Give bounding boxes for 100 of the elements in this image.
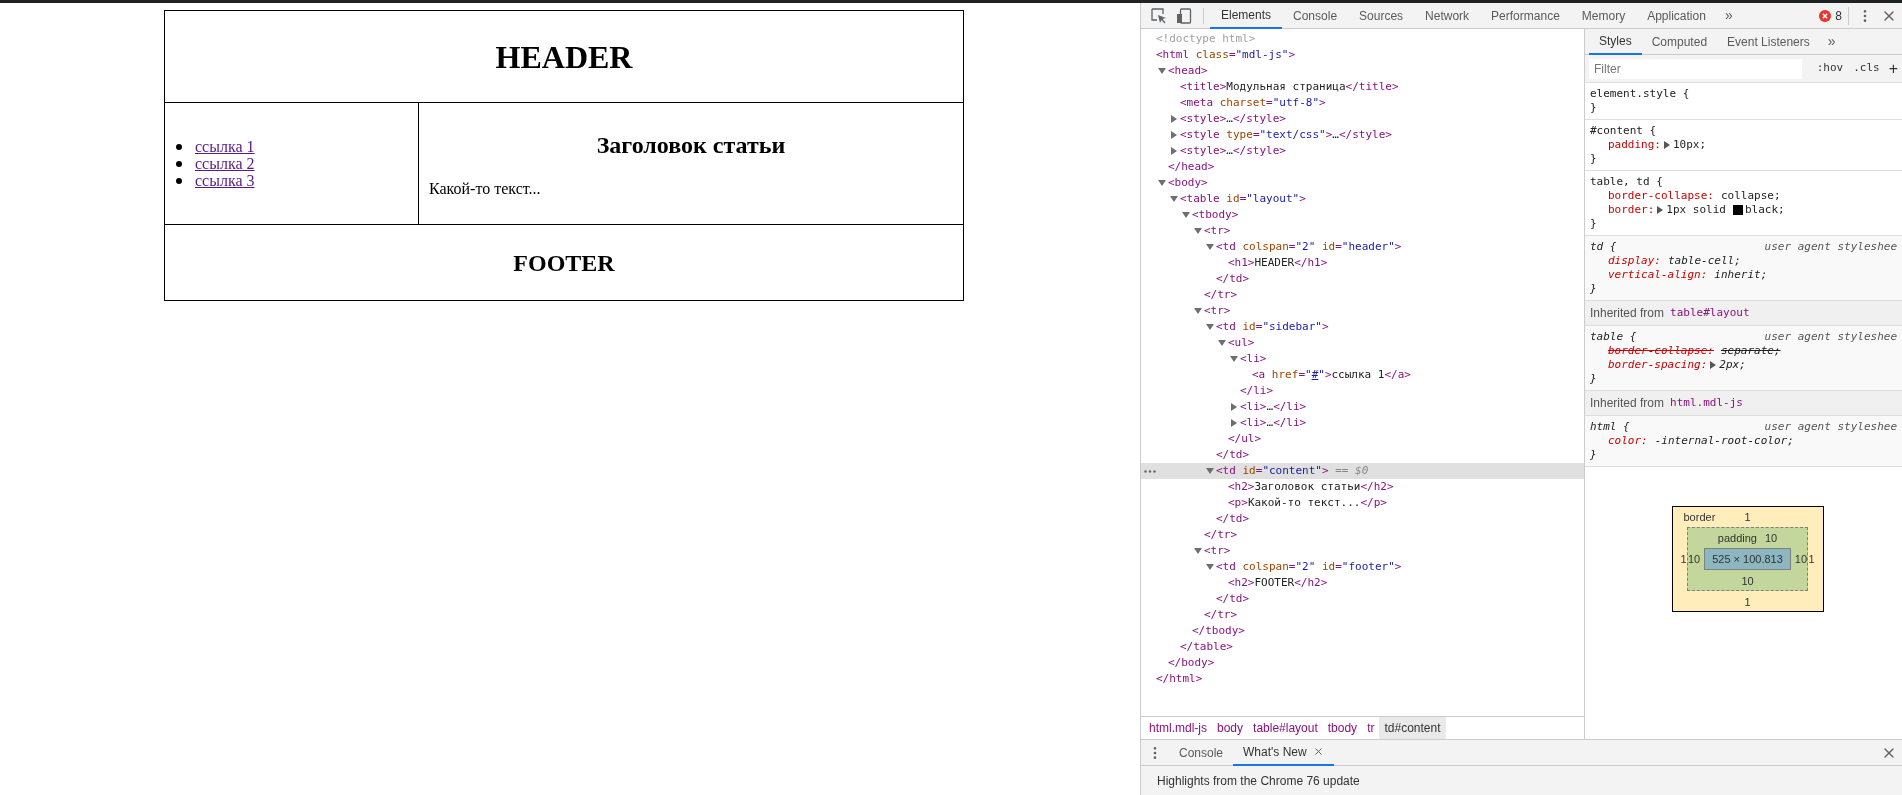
property-name[interactable]: padding: <box>1608 138 1661 152</box>
property-name[interactable]: color: <box>1608 434 1648 448</box>
dom-tree-row[interactable]: <head> <box>1141 63 1584 79</box>
breadcrumb[interactable]: tbody <box>1322 717 1363 739</box>
expanded-arrow-icon[interactable] <box>1170 195 1178 203</box>
expanded-arrow-icon[interactable] <box>1206 243 1214 251</box>
dom-tree-row[interactable]: <td id="sidebar"> <box>1141 319 1584 335</box>
property-name[interactable]: border-collapse: <box>1608 344 1714 358</box>
expanded-arrow-icon[interactable] <box>1182 211 1190 219</box>
dom-tree-row[interactable]: <a href="#">ссылка 1</a> <box>1141 367 1584 383</box>
property-value[interactable]: -internal-root-color; <box>1654 434 1794 448</box>
dom-tree-row[interactable]: <html class="mdl-js"> <box>1141 47 1584 63</box>
property-value[interactable]: 10px; <box>1673 138 1707 152</box>
sidebar-link[interactable]: ссылка 2 <box>195 155 255 172</box>
breadcrumb[interactable]: html.mdl-js <box>1144 717 1212 739</box>
collapsed-arrow-icon[interactable] <box>1230 419 1238 427</box>
panel-tab[interactable]: Performance <box>1480 2 1571 29</box>
dom-tree-row[interactable]: <table id="layout"> <box>1141 191 1584 207</box>
property-value[interactable]: 2px; <box>1719 358 1746 372</box>
sidebar-tab[interactable]: Event Listeners <box>1717 28 1820 55</box>
device-icon[interactable] <box>1176 7 1192 24</box>
dom-tree-row[interactable]: <title>Модульная страница</title> <box>1141 79 1584 95</box>
dom-tree-row[interactable]: <style>…</style> <box>1141 143 1584 159</box>
class-button[interactable]: .cls <box>1850 60 1883 77</box>
close-icon[interactable] <box>1312 746 1324 757</box>
dom-tree-row[interactable]: <ul> <box>1141 335 1584 351</box>
property-value[interactable]: separate; <box>1720 344 1781 358</box>
dom-tree-row[interactable]: <li>…</li> <box>1141 399 1584 415</box>
expand-arrow-icon[interactable] <box>1710 361 1717 369</box>
expanded-arrow-icon[interactable] <box>1158 67 1166 75</box>
expanded-arrow-icon[interactable] <box>1194 227 1202 235</box>
dom-tree-row[interactable]: <h2>Заголовок статьи</h2> <box>1141 479 1584 495</box>
expanded-arrow-icon[interactable] <box>1206 563 1214 571</box>
property-name[interactable]: border-spacing: <box>1608 358 1708 372</box>
rule-selector: table { <box>1590 330 1637 344</box>
sidebar-tab[interactable]: Computed <box>1641 28 1718 55</box>
expand-arrow-icon[interactable] <box>1657 206 1664 214</box>
property-value[interactable]: inherit; <box>1714 268 1768 282</box>
color-swatch[interactable] <box>1732 205 1743 215</box>
inspect-icon[interactable] <box>1151 7 1167 24</box>
property-name[interactable]: display: <box>1608 254 1661 268</box>
collapsed-arrow-icon[interactable] <box>1170 115 1178 123</box>
more-tabs-button[interactable]: » <box>1819 31 1844 52</box>
sidebar-link[interactable]: ссылка 3 <box>195 172 255 189</box>
dom-tree-row[interactable]: <h1>HEADER</h1> <box>1141 255 1584 271</box>
expanded-arrow-icon[interactable] <box>1194 547 1202 555</box>
expanded-arrow-icon[interactable] <box>1194 307 1202 315</box>
dom-tree-row[interactable]: <li> <box>1141 351 1584 367</box>
dom-tree-row[interactable]: <style>…</style> <box>1141 111 1584 127</box>
inherited-source[interactable]: table#layout <box>1670 304 1750 322</box>
collapsed-arrow-icon[interactable] <box>1230 403 1238 411</box>
sidebar-link[interactable]: ссылка 1 <box>195 138 255 155</box>
more-icon[interactable] <box>1144 470 1156 473</box>
new-rule-button[interactable]: + <box>1886 60 1900 77</box>
link[interactable]: # <box>1311 367 1319 381</box>
dom-tree-row[interactable]: <h2>FOOTER</h2> <box>1141 575 1584 591</box>
inherited-source[interactable]: html.mdl-js <box>1670 394 1743 412</box>
dom-tree-row[interactable]: <tbody> <box>1141 207 1584 223</box>
property-name[interactable]: border: <box>1608 203 1655 217</box>
dom-tree-row[interactable]: <meta charset="utf-8"> <box>1141 95 1584 111</box>
dom-tree-row[interactable]: <p>Какой-то текст...</p> <box>1141 495 1584 511</box>
expanded-arrow-icon[interactable] <box>1206 467 1214 475</box>
panel-tab[interactable]: Sources <box>1348 2 1415 29</box>
breadcrumb[interactable]: table#layout <box>1248 717 1323 739</box>
property-name[interactable]: vertical-align: <box>1608 268 1708 282</box>
panel-tab[interactable]: Application <box>1636 2 1717 29</box>
expand-arrow-icon[interactable] <box>1664 141 1670 149</box>
dom-node-text: <li>…</li> <box>1240 414 1307 431</box>
dom-tree-row[interactable]: <td id="content"> == $0 <box>1141 463 1584 479</box>
panel-tab[interactable]: Memory <box>1570 2 1637 29</box>
expanded-arrow-icon[interactable] <box>1218 339 1226 347</box>
dom-tree-row[interactable]: <td colspan="2" id="footer"> <box>1141 559 1584 575</box>
property-value[interactable]: 1px solid <box>1666 203 1726 217</box>
property-value[interactable]: table-cell; <box>1668 254 1741 268</box>
dom-tree-row[interactable]: <tr> <box>1141 543 1584 559</box>
expanded-arrow-icon[interactable] <box>1206 323 1214 331</box>
panel-tab[interactable]: Console <box>1282 2 1349 29</box>
collapsed-arrow-icon[interactable] <box>1170 147 1178 155</box>
collapsed-arrow-icon[interactable] <box>1170 131 1178 139</box>
filter-field[interactable]: Filter <box>1589 58 1802 79</box>
dom-tree-row[interactable]: <td colspan="2" id="header"> <box>1141 239 1584 255</box>
hover-state-button[interactable]: :hov <box>1813 60 1847 77</box>
breadcrumb[interactable]: td#content <box>1379 717 1446 739</box>
dom-tree-row[interactable]: <body> <box>1141 175 1584 191</box>
more-tabs-button[interactable]: » <box>1716 5 1741 26</box>
expanded-arrow-icon[interactable] <box>1158 179 1166 187</box>
property-value[interactable]: black; <box>1744 203 1785 217</box>
dom-tree-row[interactable]: <li>…</li> <box>1141 415 1584 431</box>
panel-tab[interactable]: Elements <box>1210 2 1283 29</box>
dom-tree-row[interactable]: <tr> <box>1141 223 1584 239</box>
expanded-arrow-icon[interactable] <box>1230 355 1238 363</box>
breadcrumb[interactable]: tr <box>1362 717 1380 739</box>
breadcrumb[interactable]: body <box>1212 717 1249 739</box>
panel-tab[interactable]: Network <box>1414 2 1481 29</box>
error-badge[interactable]: 8 <box>1819 6 1849 25</box>
dom-tree-row[interactable]: <tr> <box>1141 303 1584 319</box>
drawer-tab[interactable]: Console <box>1169 739 1234 766</box>
property-name[interactable]: border-collapse: <box>1608 189 1714 203</box>
property-value[interactable]: collapse; <box>1720 189 1781 203</box>
dom-tree-row[interactable]: <style type="text/css">…</style> <box>1141 127 1584 143</box>
